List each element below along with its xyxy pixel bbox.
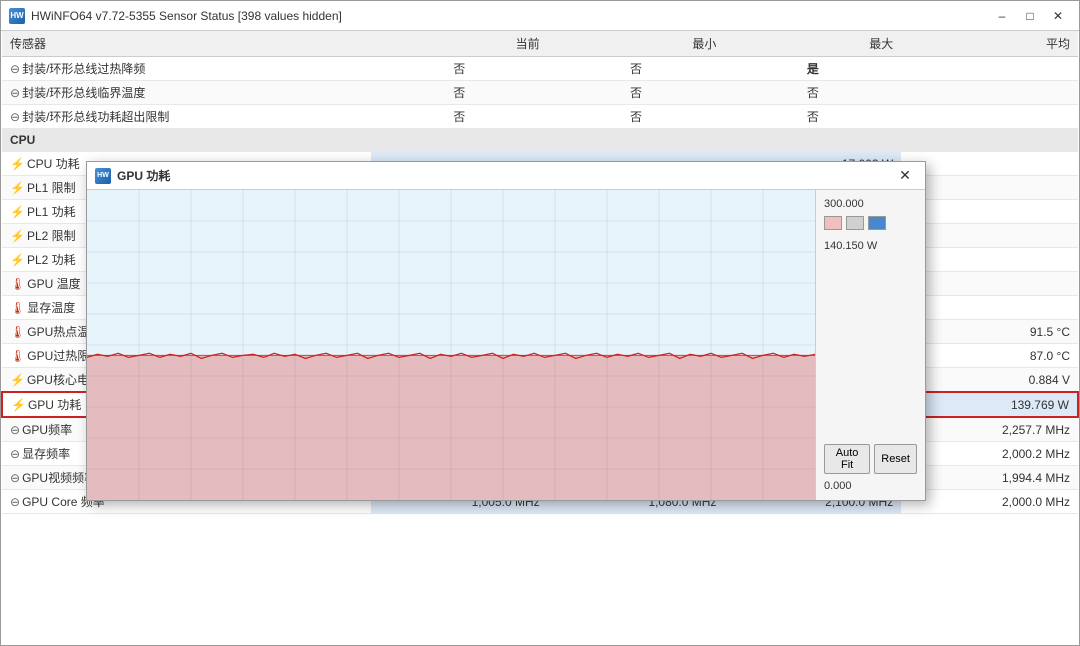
min-value: 否: [548, 81, 725, 105]
avg-value: [901, 224, 1078, 248]
auto-fit-button[interactable]: Auto Fit: [824, 444, 870, 474]
table-row: ⊖封装/环形总线临界温度 否 否 否: [2, 81, 1078, 105]
col-sensor-header: 传感器: [2, 31, 371, 57]
col-avg-header: 平均: [901, 31, 1078, 57]
min-value: 否: [548, 57, 725, 81]
sensor-label: ⊖封装/环形总线临界温度: [2, 81, 371, 105]
avg-value: 91.5 °C: [901, 320, 1078, 344]
current-value: 否: [371, 105, 548, 129]
chart-value-label: 140.150 W: [824, 240, 917, 252]
app-icon: HW: [9, 8, 25, 24]
chart-buttons: Auto Fit Reset: [824, 444, 917, 474]
swatch-1[interactable]: [824, 216, 842, 230]
popup-title-bar: HW GPU 功耗 ✕: [87, 162, 925, 190]
avg-value: [901, 152, 1078, 176]
avg-value: [901, 248, 1078, 272]
chart-min-label: 0.000: [824, 480, 917, 492]
avg-value: [901, 200, 1078, 224]
main-content: 传感器 当前 最小 最大 平均 ⊖封装/环形总线过热降频 否 否 是 ⊖封装/环: [1, 31, 1079, 645]
avg-value: [901, 81, 1078, 105]
section-title: CPU: [2, 129, 1078, 152]
avg-value: 2,000.2 MHz: [901, 442, 1078, 466]
max-value: 是: [724, 57, 901, 81]
avg-value: 2,000.0 MHz: [901, 490, 1078, 514]
sensor-label: ⊖封装/环形总线过热降频: [2, 57, 371, 81]
current-value: 否: [371, 57, 548, 81]
window-title: HWiNFO64 v7.72-5355 Sensor Status [398 v…: [31, 9, 989, 23]
chart-max-label: 300.000: [824, 198, 917, 210]
avg-value: 139.769 W: [901, 392, 1078, 417]
avg-value: 0.884 V: [901, 368, 1078, 393]
avg-value: [901, 57, 1078, 81]
min-value: 否: [548, 105, 725, 129]
swatch-3[interactable]: [868, 216, 886, 230]
avg-value: 1,994.4 MHz: [901, 466, 1078, 490]
color-swatches: [824, 216, 917, 230]
col-max-header: 最大: [724, 31, 901, 57]
maximize-button[interactable]: □: [1017, 6, 1043, 26]
avg-value: [901, 105, 1078, 129]
power-chart: [87, 190, 815, 500]
avg-value: 2,257.7 MHz: [901, 417, 1078, 442]
avg-value: [901, 176, 1078, 200]
table-row: ⊖封装/环形总线功耗超出限制 否 否 否: [2, 105, 1078, 129]
popup-body: 300.000 140.150 W Auto Fit Reset 0.: [87, 190, 925, 500]
chart-container: [87, 190, 815, 500]
col-min-header: 最小: [548, 31, 725, 57]
swatch-2[interactable]: [846, 216, 864, 230]
main-window: HW HWiNFO64 v7.72-5355 Sensor Status [39…: [0, 0, 1080, 646]
title-bar: HW HWiNFO64 v7.72-5355 Sensor Status [39…: [1, 1, 1079, 31]
sensor-label: ⊖封装/环形总线功耗超出限制: [2, 105, 371, 129]
current-value: 否: [371, 81, 548, 105]
window-controls: – □ ✕: [989, 6, 1071, 26]
col-current-header: 当前: [371, 31, 548, 57]
cpu-section-header: CPU: [2, 129, 1078, 152]
gpu-power-chart-dialog[interactable]: HW GPU 功耗 ✕: [86, 161, 926, 501]
avg-value: [901, 272, 1078, 296]
chart-right-panel: 300.000 140.150 W Auto Fit Reset 0.: [815, 190, 925, 500]
avg-value: [901, 296, 1078, 320]
reset-button[interactable]: Reset: [874, 444, 917, 474]
avg-value: 87.0 °C: [901, 344, 1078, 368]
max-value: 否: [724, 81, 901, 105]
popup-close-button[interactable]: ✕: [893, 166, 917, 186]
close-button[interactable]: ✕: [1045, 6, 1071, 26]
max-value: 否: [724, 105, 901, 129]
popup-title: GPU 功耗: [117, 167, 893, 184]
popup-app-icon: HW: [95, 168, 111, 184]
table-row: ⊖封装/环形总线过热降频 否 否 是: [2, 57, 1078, 81]
minimize-button[interactable]: –: [989, 6, 1015, 26]
